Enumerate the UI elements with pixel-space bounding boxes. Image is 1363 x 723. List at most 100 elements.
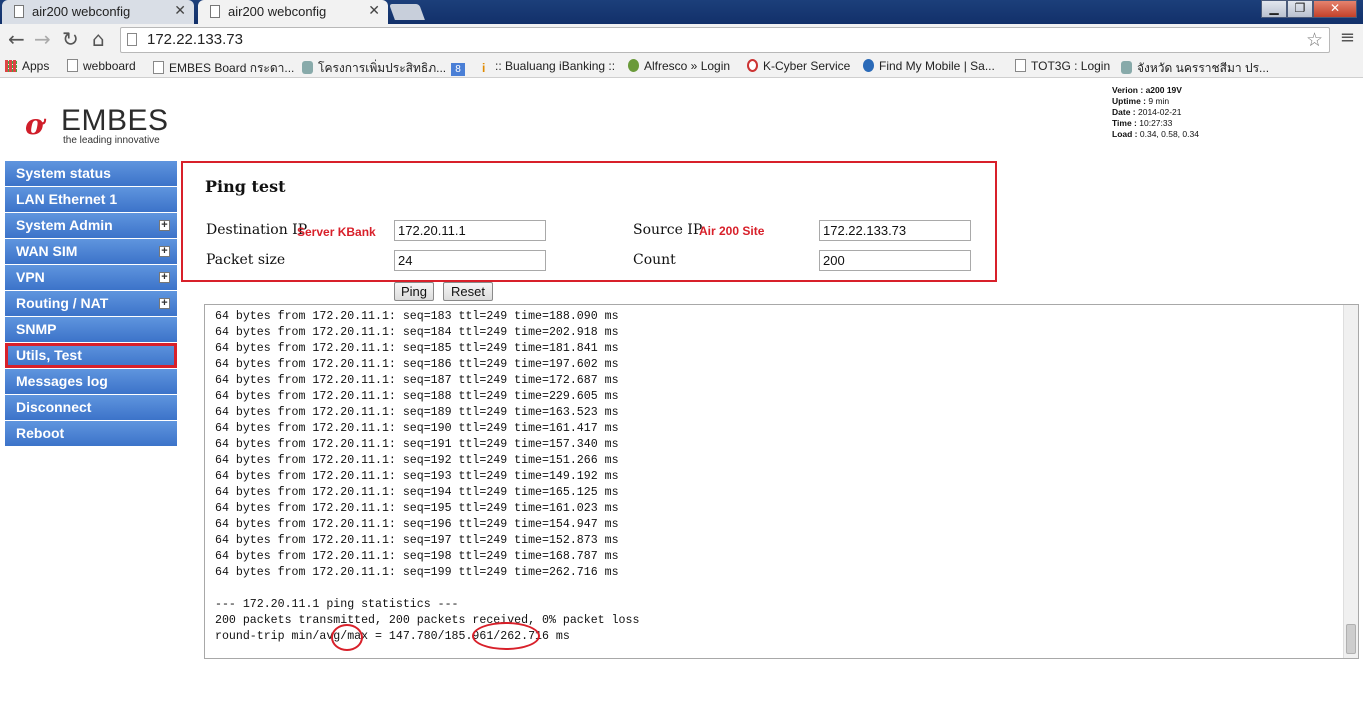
bookmark-label: TOT3G : Login <box>1031 59 1111 73</box>
new-tab-button[interactable] <box>389 4 425 20</box>
output-line: 64 bytes from 172.20.11.1: seq=183 ttl=2… <box>215 310 619 323</box>
page-icon <box>210 5 220 18</box>
scrollbar-thumb[interactable] <box>1346 624 1356 654</box>
restore-icon[interactable]: ❐ <box>1287 0 1313 18</box>
menu-item-label: SNMP <box>16 321 57 337</box>
tab-close-icon[interactable]: ✕ <box>174 2 186 19</box>
embes-logo: ơ EMBES the leading innovative <box>25 104 185 148</box>
output-line: --- 172.20.11.1 ping statistics --- <box>215 598 459 611</box>
expand-icon[interactable]: + <box>159 298 170 309</box>
bookmark-star-icon[interactable]: ☆ <box>1306 29 1323 51</box>
output-line: 64 bytes from 172.20.11.1: seq=185 ttl=2… <box>215 342 619 355</box>
menu-item-system-admin[interactable]: System Admin + <box>5 213 177 238</box>
kcyber-icon <box>747 59 758 72</box>
menu-item-label: System Admin <box>16 217 113 233</box>
expand-icon[interactable]: + <box>159 246 170 257</box>
tab-active[interactable]: air200 webconfig ✕ <box>198 0 388 24</box>
page-icon <box>14 5 24 18</box>
logo-wordmark: EMBES <box>61 104 169 137</box>
bookmark-province[interactable]: จังหวัด นครราชสีมา ปร... <box>1121 59 1269 78</box>
panel-title: Ping test <box>205 177 286 196</box>
chrome-menu-icon[interactable]: ≡ <box>1340 27 1355 48</box>
destination-ip-label: Destination IP <box>206 222 308 238</box>
back-icon[interactable]: ← <box>8 27 25 51</box>
home-icon[interactable]: ⌂ <box>92 27 105 51</box>
version-row: Verion : a200 19V <box>1112 85 1182 95</box>
menu-item-snmp[interactable]: SNMP <box>5 317 177 342</box>
tab-inactive[interactable]: air200 webconfig ✕ <box>2 0 194 24</box>
menu-item-vpn[interactable]: VPN + <box>5 265 177 290</box>
destination-ip-input[interactable] <box>394 220 546 241</box>
bookmark-label: Find My Mobile | Sa... <box>879 59 995 73</box>
source-ip-label: Source IP <box>633 222 703 238</box>
bookmark-bualuang[interactable]: i:: Bualuang iBanking :: <box>482 59 616 75</box>
bookmark-alfresco[interactable]: Alfresco » Login <box>628 59 730 73</box>
count-input[interactable] <box>819 250 971 271</box>
site-icon <box>302 61 313 74</box>
bookmark-webboard[interactable]: webboard <box>67 59 136 73</box>
output-line: 64 bytes from 172.20.11.1: seq=192 ttl=2… <box>215 454 619 467</box>
output-line: 64 bytes from 172.20.11.1: seq=190 ttl=2… <box>215 422 619 435</box>
address-bar[interactable]: 172.22.133.73 ☆ <box>120 27 1330 53</box>
menu-item-label: System status <box>16 165 111 181</box>
google-icon: 8 <box>451 63 465 76</box>
bookmark-tot3g[interactable]: TOT3G : Login <box>1015 59 1110 73</box>
tab-close-icon[interactable]: ✕ <box>368 2 380 19</box>
reload-icon[interactable]: ↻ <box>62 27 79 51</box>
source-ip-input[interactable] <box>819 220 971 241</box>
date-row: Date : 2014-02-21 <box>1112 107 1182 117</box>
output-line: 64 bytes from 172.20.11.1: seq=194 ttl=2… <box>215 486 619 499</box>
expand-icon[interactable]: + <box>159 272 170 283</box>
site-icon <box>1121 61 1132 74</box>
menu-item-system-status[interactable]: System status <box>5 161 177 186</box>
bookmark-apps[interactable]: Apps <box>5 59 49 73</box>
window-controls: ▁ ❐ ✕ <box>1261 0 1357 18</box>
output-line: 64 bytes from 172.20.11.1: seq=199 ttl=2… <box>215 566 619 579</box>
packet-size-label: Packet size <box>206 252 286 268</box>
forward-icon[interactable]: → <box>34 27 51 51</box>
bookmarks-bar: Apps webboard EMBES Board กระดา... โครงก… <box>0 56 1363 78</box>
minimize-icon[interactable]: ▁ <box>1261 0 1287 18</box>
menu-item-lan-ethernet[interactable]: LAN Ethernet 1 <box>5 187 177 212</box>
count-label: Count <box>633 252 676 268</box>
sidebar-menu: System status LAN Ethernet 1 System Admi… <box>5 161 177 447</box>
menu-item-wan-sim[interactable]: WAN SIM + <box>5 239 177 264</box>
bookmark-label: :: Bualuang iBanking :: <box>495 59 616 73</box>
bookmark-project[interactable]: โครงการเพิ่มประสิทธิภ... <box>302 59 446 78</box>
bookmark-label: EMBES Board กระดา... <box>169 61 295 75</box>
bookmark-find-my-mobile[interactable]: Find My Mobile | Sa... <box>863 59 995 73</box>
avg-highlight-circle <box>331 624 363 651</box>
close-window-icon[interactable]: ✕ <box>1313 0 1357 18</box>
menu-item-label: VPN <box>16 269 45 285</box>
reset-button[interactable]: Reset <box>443 282 493 301</box>
ping-output[interactable]: 64 bytes from 172.20.11.1: seq=183 ttl=2… <box>204 304 1359 659</box>
menu-item-routing-nat[interactable]: Routing / NAT + <box>5 291 177 316</box>
bookmark-embes-board[interactable]: EMBES Board กระดา... <box>153 59 294 78</box>
bookmark-label: โครงการเพิ่มประสิทธิภ... <box>318 61 447 75</box>
expand-icon[interactable]: + <box>159 220 170 231</box>
packet-size-input[interactable] <box>394 250 546 271</box>
output-line: 64 bytes from 172.20.11.1: seq=196 ttl=2… <box>215 518 619 531</box>
output-line: 200 packets transmitted, 200 packets rec… <box>215 614 640 627</box>
ping-test-panel: Ping test Destination IP Server KBank So… <box>181 161 997 282</box>
output-line: 64 bytes from 172.20.11.1: seq=195 ttl=2… <box>215 502 619 515</box>
alfresco-icon <box>628 59 639 72</box>
source-note: Air 200 Site <box>699 224 765 238</box>
output-line: 64 bytes from 172.20.11.1: seq=193 ttl=2… <box>215 470 619 483</box>
load-row: Load : 0.34, 0.58, 0.34 <box>1112 129 1199 139</box>
uptime-row: Uptime : 9 min <box>1112 96 1170 106</box>
bookmark-google[interactable]: 8 <box>451 59 470 76</box>
ping-button[interactable]: Ping <box>394 282 434 301</box>
menu-item-label: Routing / NAT <box>16 295 109 311</box>
avg-value-highlight-circle <box>472 622 540 650</box>
menu-item-messages-log[interactable]: Messages log <box>5 369 177 394</box>
menu-item-utils-test[interactable]: Utils, Test <box>5 343 177 368</box>
output-line: 64 bytes from 172.20.11.1: seq=198 ttl=2… <box>215 550 619 563</box>
logo-tagline: the leading innovative <box>63 135 160 146</box>
menu-item-reboot[interactable]: Reboot <box>5 421 177 446</box>
output-line: 64 bytes from 172.20.11.1: seq=184 ttl=2… <box>215 326 619 339</box>
destination-note: Server KBank <box>297 225 376 239</box>
bookmark-kcyber[interactable]: K-Cyber Service <box>747 59 850 73</box>
menu-item-disconnect[interactable]: Disconnect <box>5 395 177 420</box>
scrollbar[interactable] <box>1343 305 1358 658</box>
